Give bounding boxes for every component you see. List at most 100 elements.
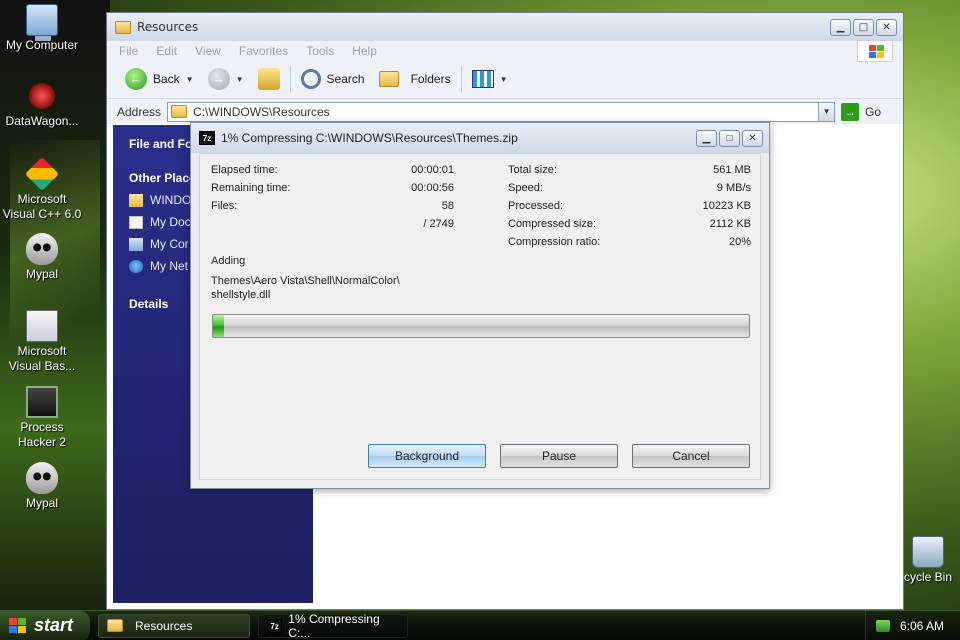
toolbar-separator [289,66,291,92]
network-icon [129,259,143,273]
pause-button[interactable]: Pause [500,444,618,468]
desktop-icon-label: Mypal [25,496,58,510]
chevron-down-icon: ▼ [185,74,194,84]
taskbar-button-compressing[interactable]: 7z 1% Compressing C:... [258,611,408,640]
go-button[interactable]: → Go [841,102,881,121]
start-label: start [34,615,74,635]
start-button[interactable]: start [0,610,90,640]
dialog-window-controls: ▁ □ ✕ [696,129,769,147]
processed-value: 10223 KB [702,200,751,212]
place-label: My Doc [150,215,191,229]
menu-file[interactable]: File [119,44,138,58]
place-label: My Net [150,259,189,273]
desktop-icon-label: DataWagon... [5,114,79,128]
processed-label: Processed: [508,200,564,212]
minimize-button[interactable]: ▁ [696,129,717,147]
speed-value: 9 MB/s [716,182,751,194]
dialog-body: Elapsed time: 00:00:01 Remaining time: 0… [199,153,761,480]
desktop-icon-label: cycle Bin [903,570,953,584]
minimize-button[interactable]: ▁ [830,18,851,36]
clock[interactable]: 6:06 AM [900,619,944,633]
process-hacker-icon [26,386,58,418]
compression-ratio-label: Compression ratio: [508,236,601,248]
desktop-icon-label: Mypal [25,267,58,281]
address-dropdown-button[interactable]: ▼ [818,102,835,121]
address-input[interactable]: C:\WINDOWS\Resources ▼ [167,101,836,122]
desktop-icon-process-hacker[interactable]: Process Hacker 2 [0,386,84,450]
forward-arrow-icon: → [207,68,230,90]
taskbar-button-resources[interactable]: Resources [98,613,250,638]
remaining-time-value: 00:00:56 [411,182,454,194]
documents-icon [129,215,143,229]
background-button[interactable]: Background [368,444,486,468]
close-button[interactable]: ✕ [742,129,763,147]
desktop-icon-visual-cpp[interactable]: Microsoft Visual C++ 6.0 [0,157,84,222]
folders-button[interactable]: Folders [375,69,455,89]
7zip-icon: 7z [199,131,215,145]
menu-help[interactable]: Help [352,44,377,58]
tray-app-icon[interactable] [875,619,890,632]
compressed-size-label: Compressed size: [508,218,597,230]
go-arrow-icon: → [841,102,860,121]
taskbar: start Resources 7z 1% Compressing C:... … [0,610,960,640]
menu-edit[interactable]: Edit [156,44,177,58]
files-total: / 2749 [423,218,454,230]
system-tray: 6:06 AM [864,610,960,640]
forward-button[interactable]: → ▼ [204,66,248,92]
window-controls: ▁ □ ✕ [830,18,903,36]
views-icon [471,70,494,88]
address-label: Address [117,104,162,119]
folders-label: Folders [410,72,451,86]
up-button[interactable] [254,66,284,92]
explorer-title: Resources [137,20,199,34]
task-label: 1% Compressing C:... [288,611,380,640]
chevron-down-icon: ▼ [235,74,244,84]
desktop-icon-label: Process Hacker 2 [17,420,67,449]
files-count: 58 [441,200,454,212]
menu-view[interactable]: View [195,44,221,58]
explorer-titlebar[interactable]: Resources ▁ □ ✕ [107,13,903,41]
back-button[interactable]: ← Back ▼ [121,66,198,92]
recycle-bin-icon [912,536,944,568]
desktop-icon-recycle-bin[interactable]: cycle Bin [896,536,960,585]
windows-logo-icon [857,40,893,62]
elapsed-time-value: 00:00:01 [411,164,454,176]
desktop-icon-my-computer[interactable]: My Computer [0,4,84,53]
menu-tools[interactable]: Tools [306,44,334,58]
menu-favorites[interactable]: Favorites [239,44,288,58]
search-button[interactable]: Search [297,67,369,91]
menu-bar: File Edit View Favorites Tools Help [107,40,903,62]
speed-label: Speed: [508,182,543,194]
desktop-icon-mypal-2[interactable]: Mypal [0,462,84,511]
maximize-button[interactable]: □ [719,129,740,147]
search-icon [300,69,321,89]
folders-icon [378,71,399,87]
folder-icon [107,619,123,632]
dialog-title: 1% Compressing C:\WINDOWS\Resources\Them… [221,131,518,145]
back-arrow-icon: ← [125,68,147,90]
cancel-button[interactable]: Cancel [632,444,750,468]
maximize-button[interactable]: □ [853,18,874,36]
views-button[interactable]: ▼ [468,68,512,90]
dialog-titlebar[interactable]: 7z 1% Compressing C:\WINDOWS\Resources\T… [191,123,769,153]
close-button[interactable]: ✕ [876,18,897,36]
mypal-icon [26,233,58,265]
folder-up-icon [257,68,280,90]
computer-icon [26,4,58,41]
address-bar: Address C:\WINDOWS\Resources ▼ → Go [107,98,903,124]
compression-ratio-value: 20% [728,236,751,248]
folder-icon [129,193,143,207]
current-file-name: shellstyle.dll [211,289,271,301]
desktop-icon-mypal[interactable]: Mypal [0,233,84,282]
elapsed-time-label: Elapsed time: [211,164,278,176]
visual-basic-icon [26,310,58,342]
compress-dialog: 7z 1% Compressing C:\WINDOWS\Resources\T… [190,122,770,489]
address-value: C:\WINDOWS\Resources [193,104,330,119]
remaining-time-label: Remaining time: [211,182,291,194]
desktop-icon-visual-basic[interactable]: Microsoft Visual Bas... [0,310,84,374]
search-label: Search [326,72,365,86]
datawagon-icon [26,80,58,112]
desktop-icon-datawagon[interactable]: DataWagon... [0,80,84,129]
progress-bar-fill [213,315,224,337]
back-label: Back [153,72,180,86]
